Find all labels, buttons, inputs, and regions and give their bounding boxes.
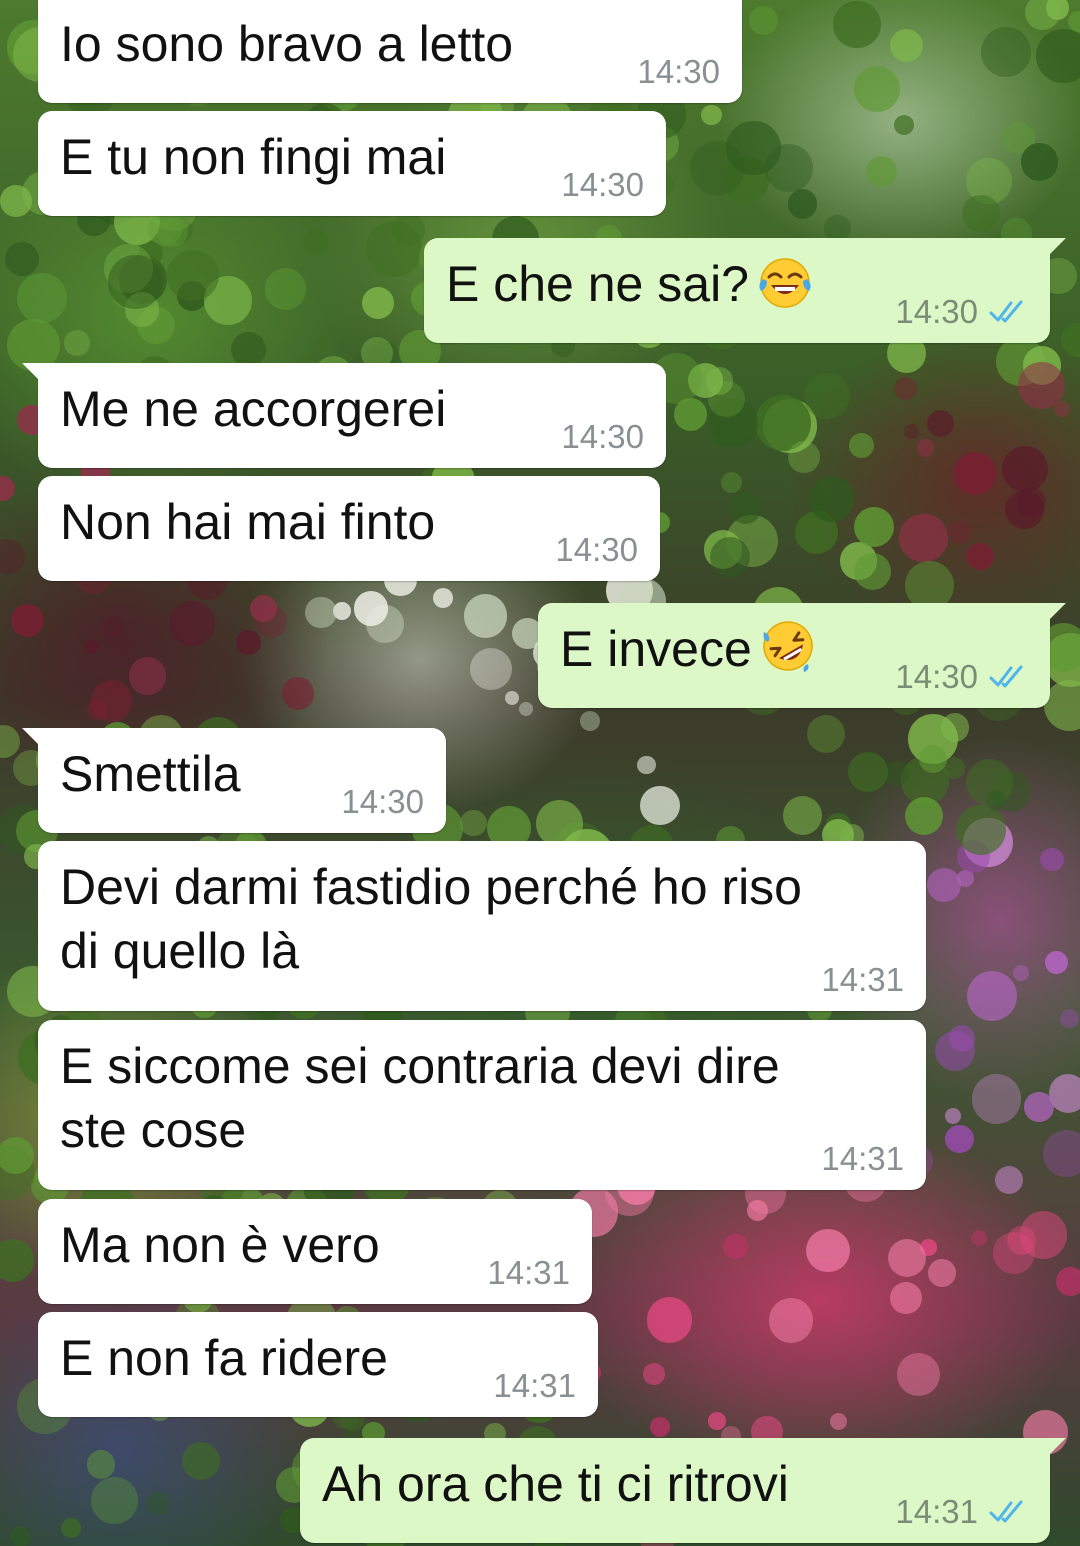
message-meta: 14:31 [821, 1140, 904, 1178]
message-bubble-incoming[interactable]: E siccome sei contraria devi dire ste co… [38, 1020, 926, 1190]
message-meta: 14:30 [895, 293, 1028, 331]
rolling-on-the-floor-laughing-icon [763, 621, 813, 672]
message-time: 14:31 [487, 1254, 570, 1291]
message-text: Non hai mai finto [60, 494, 436, 550]
message-text: E tu non fingi mai [60, 129, 447, 185]
message-meta: 14:31 [493, 1367, 576, 1405]
message-bubble-incoming[interactable]: Me ne accorgerei 14:30 [22, 363, 666, 468]
message-time: 14:31 [821, 1140, 904, 1177]
face-with-tears-of-joy-icon [759, 258, 811, 308]
message-meta: 14:30 [341, 783, 424, 821]
message-time: 14:30 [895, 658, 978, 695]
message-meta: 14:30 [561, 418, 644, 456]
message-text: Me ne accorgerei [60, 381, 447, 437]
message-time: 14:30 [555, 531, 638, 568]
double-check-read-icon [989, 300, 1023, 323]
message-time: 14:31 [895, 1493, 978, 1530]
double-check-read-icon [989, 665, 1023, 688]
chat-message-list[interactable]: Io sono bravo a letto 14:30 E tu non fin… [0, 0, 1080, 1546]
message-time: 14:30 [341, 783, 424, 820]
message-time: 14:30 [561, 418, 644, 455]
message-meta: 14:31 [895, 1493, 1028, 1531]
message-time: 14:30 [637, 53, 720, 90]
message-bubble-incoming[interactable]: Non hai mai finto 14:30 [38, 476, 660, 581]
message-bubble-outgoing[interactable]: E che ne sai? 14:30 [424, 238, 1066, 343]
message-time: 14:30 [561, 166, 644, 203]
message-text: Devi darmi fastidio perché ho riso di qu… [60, 859, 802, 979]
message-bubble-incoming[interactable]: E tu non fingi mai 14:30 [38, 111, 666, 216]
message-bubble-outgoing[interactable]: E invece 14:30 [538, 603, 1066, 708]
message-time: 14:31 [493, 1367, 576, 1404]
message-time: 14:30 [895, 293, 978, 330]
message-meta: 14:30 [895, 658, 1028, 696]
message-meta: 14:30 [555, 531, 638, 569]
message-bubble-incoming[interactable]: Ma non è vero 14:31 [38, 1199, 592, 1304]
message-bubble-incoming[interactable]: Devi darmi fastidio perché ho riso di qu… [38, 841, 926, 1011]
message-bubble-incoming[interactable]: Smettila 14:30 [22, 728, 446, 833]
message-meta: 14:31 [821, 961, 904, 999]
message-bubble-incoming[interactable]: E non fa ridere 14:31 [38, 1312, 598, 1417]
message-meta: 14:31 [487, 1254, 570, 1292]
double-check-read-icon [989, 1500, 1023, 1523]
message-meta: 14:30 [561, 166, 644, 204]
message-meta: 14:30 [637, 53, 720, 91]
message-text: E siccome sei contraria devi dire ste co… [60, 1038, 780, 1158]
message-text-content: E invece [560, 621, 752, 677]
message-text: Io sono bravo a letto [60, 16, 514, 72]
message-text-content: E che ne sai? [446, 256, 749, 312]
message-time: 14:31 [821, 961, 904, 998]
message-bubble-outgoing[interactable]: Ah ora che ti ci ritrovi 14:31 [300, 1438, 1066, 1543]
message-bubble-incoming[interactable]: Io sono bravo a letto 14:30 [38, 0, 742, 103]
